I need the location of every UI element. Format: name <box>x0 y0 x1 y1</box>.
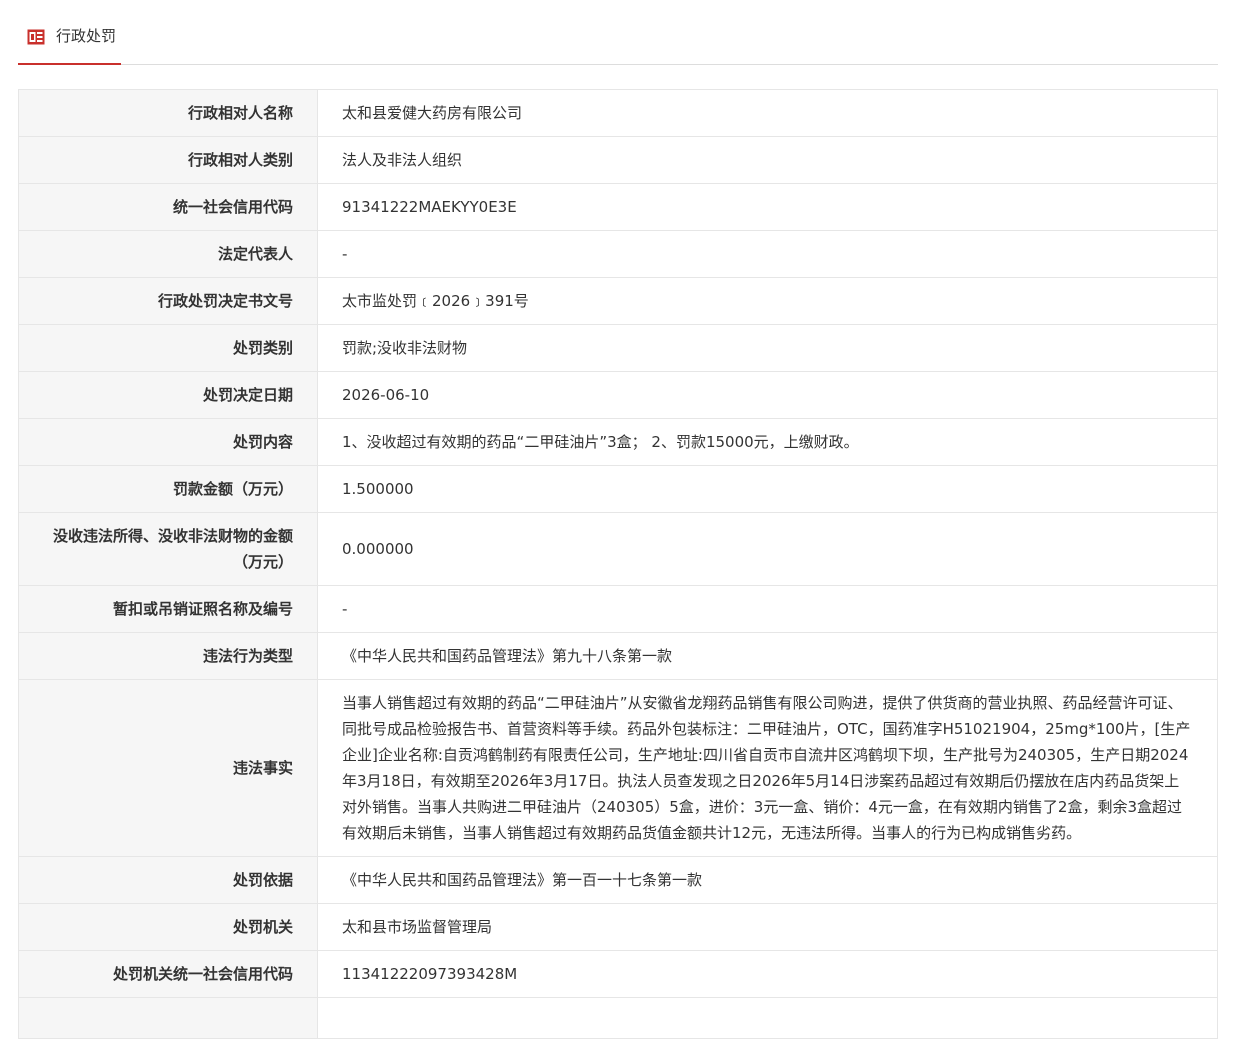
field-value: - <box>317 585 1218 633</box>
field-label: 行政处罚决定书文号 <box>18 277 318 325</box>
tab-administrative-penalty[interactable]: 行政处罚 <box>18 0 121 65</box>
field-label <box>18 997 318 1039</box>
field-label: 违法行为类型 <box>18 632 318 680</box>
table-row: 统一社会信用代码 91341222MAEKYY0E3E <box>18 183 1218 231</box>
field-value: 太和县爱健大药房有限公司 <box>317 89 1218 137</box>
table-row: 法定代表人 - <box>18 230 1218 278</box>
field-label: 行政相对人类别 <box>18 136 318 184</box>
field-label: 法定代表人 <box>18 230 318 278</box>
field-label: 暂扣或吊销证照名称及编号 <box>18 585 318 633</box>
field-label: 违法事实 <box>18 679 318 857</box>
field-label: 没收违法所得、没收非法财物的金额（万元） <box>18 512 318 586</box>
field-value: 太和县市场监督管理局 <box>317 903 1218 951</box>
tab-active-indicator <box>18 63 121 65</box>
field-value: 0.000000 <box>317 512 1218 586</box>
field-value: 罚款;没收非法财物 <box>317 324 1218 372</box>
field-value: 1.500000 <box>317 465 1218 513</box>
field-value: 91341222MAEKYY0E3E <box>317 183 1218 231</box>
table-row <box>18 997 1218 1039</box>
penalty-info-table: 行政相对人名称 太和县爱健大药房有限公司 行政相对人类别 法人及非法人组织 统一社会信用… <box>18 89 1218 1039</box>
table-row: 罚款金额（万元） 1.500000 <box>18 465 1218 513</box>
field-value <box>317 997 1218 1039</box>
field-value: 《中华人民共和国药品管理法》第一百一十七条第一款 <box>317 856 1218 904</box>
tab-bar: 行政处罚 <box>18 0 1218 65</box>
field-value: 法人及非法人组织 <box>317 136 1218 184</box>
field-label: 处罚类别 <box>18 324 318 372</box>
table-row: 处罚内容 1、没收超过有效期的药品“二甲硅油片”3盒； 2、罚款15000元，上缴… <box>18 418 1218 466</box>
field-value: 11341222097393428M <box>317 950 1218 998</box>
field-label: 处罚依据 <box>18 856 318 904</box>
document-icon <box>27 29 45 45</box>
field-value: 《中华人民共和国药品管理法》第九十八条第一款 <box>317 632 1218 680</box>
field-label: 处罚机关 <box>18 903 318 951</box>
table-row: 处罚决定日期 2026-06-10 <box>18 371 1218 419</box>
field-label: 处罚决定日期 <box>18 371 318 419</box>
field-label: 罚款金额（万元） <box>18 465 318 513</box>
field-value: 2026-06-10 <box>317 371 1218 419</box>
table-row: 处罚机关 太和县市场监督管理局 <box>18 903 1218 951</box>
table-row: 行政相对人类别 法人及非法人组织 <box>18 136 1218 184</box>
field-value: 1、没收超过有效期的药品“二甲硅油片”3盒； 2、罚款15000元，上缴财政。 <box>317 418 1218 466</box>
field-label: 统一社会信用代码 <box>18 183 318 231</box>
table-row: 违法事实 当事人销售超过有效期的药品“二甲硅油片”从安徽省龙翔药品销售有限公司购进… <box>18 679 1218 857</box>
field-label: 处罚机关统一社会信用代码 <box>18 950 318 998</box>
field-value: 当事人销售超过有效期的药品“二甲硅油片”从安徽省龙翔药品销售有限公司购进，提供了… <box>317 679 1218 857</box>
table-row: 没收违法所得、没收非法财物的金额（万元） 0.000000 <box>18 512 1218 586</box>
table-row: 处罚类别 罚款;没收非法财物 <box>18 324 1218 372</box>
table-row: 行政相对人名称 太和县爱健大药房有限公司 <box>18 89 1218 137</box>
field-label: 行政相对人名称 <box>18 89 318 137</box>
table-row: 暂扣或吊销证照名称及编号 - <box>18 585 1218 633</box>
table-row: 处罚机关统一社会信用代码 11341222097393428M <box>18 950 1218 998</box>
table-row: 行政处罚决定书文号 太市监处罚﹝2026﹞391号 <box>18 277 1218 325</box>
field-value: - <box>317 230 1218 278</box>
field-value: 太市监处罚﹝2026﹞391号 <box>317 277 1218 325</box>
table-row: 违法行为类型 《中华人民共和国药品管理法》第九十八条第一款 <box>18 632 1218 680</box>
table-row: 处罚依据 《中华人民共和国药品管理法》第一百一十七条第一款 <box>18 856 1218 904</box>
field-label: 处罚内容 <box>18 418 318 466</box>
tab-label: 行政处罚 <box>56 27 117 45</box>
